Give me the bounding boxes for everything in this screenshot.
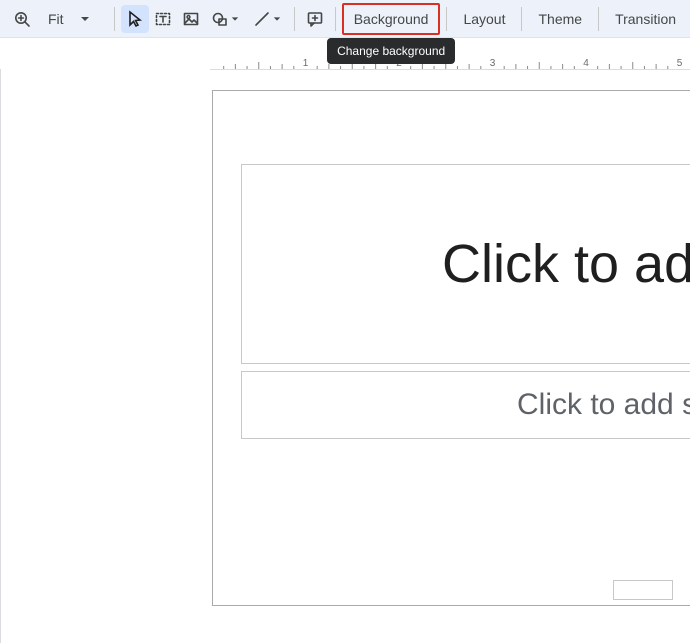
select-tool[interactable] (121, 5, 149, 33)
image-icon (182, 10, 200, 28)
toolbar: Fit (0, 0, 690, 38)
separator (335, 7, 336, 31)
separator (446, 7, 447, 31)
svg-text:1: 1 (303, 58, 309, 69)
layout-button[interactable]: Layout (453, 5, 515, 33)
zoom-label: Fit (48, 11, 64, 27)
separator (598, 7, 599, 31)
line-icon (253, 10, 271, 28)
svg-text:5: 5 (677, 58, 683, 69)
left-border (0, 69, 1, 643)
separator (114, 7, 115, 31)
comment-add-icon (306, 10, 324, 28)
title-placeholder-text: Click to add title (442, 233, 690, 295)
svg-text:2: 2 (396, 58, 402, 69)
add-comment-tool[interactable] (301, 5, 329, 33)
separator (521, 7, 522, 31)
svg-text:3: 3 (490, 58, 496, 69)
title-placeholder-box[interactable]: Click to add title (241, 164, 690, 364)
background-button-highlight: Background (342, 3, 441, 35)
background-button[interactable]: Background (344, 5, 439, 33)
shape-icon (211, 10, 229, 28)
zoom-group: Fit (4, 5, 108, 33)
separator (294, 7, 295, 31)
chevron-down-icon (231, 15, 239, 23)
insert-image-tool[interactable] (177, 5, 205, 33)
cursor-icon (126, 10, 144, 28)
chevron-down-icon (80, 14, 90, 24)
subtitle-placeholder-box[interactable]: Click to add subtitle (241, 371, 690, 439)
chevron-down-icon (273, 15, 281, 23)
editor-canvas: 1 2 3 4 5 Click to add title Click to add su… (0, 38, 690, 643)
theme-button[interactable]: Theme (528, 5, 592, 33)
transition-button[interactable]: Transition (605, 5, 686, 33)
slide[interactable]: Click to add title Click to add subtitle (212, 90, 690, 606)
line-tool[interactable] (246, 5, 288, 33)
zoom-in-icon[interactable] (8, 5, 36, 33)
subtitle-placeholder-text: Click to add subtitle (517, 388, 690, 422)
svg-text:4: 4 (583, 58, 589, 69)
text-box-tool[interactable] (149, 5, 177, 33)
shape-tool[interactable] (204, 5, 246, 33)
text-box-icon (154, 10, 172, 28)
slide-number-box[interactable] (613, 580, 673, 600)
horizontal-ruler: 1 2 3 4 5 (210, 50, 690, 70)
zoom-select[interactable]: Fit (40, 5, 102, 33)
